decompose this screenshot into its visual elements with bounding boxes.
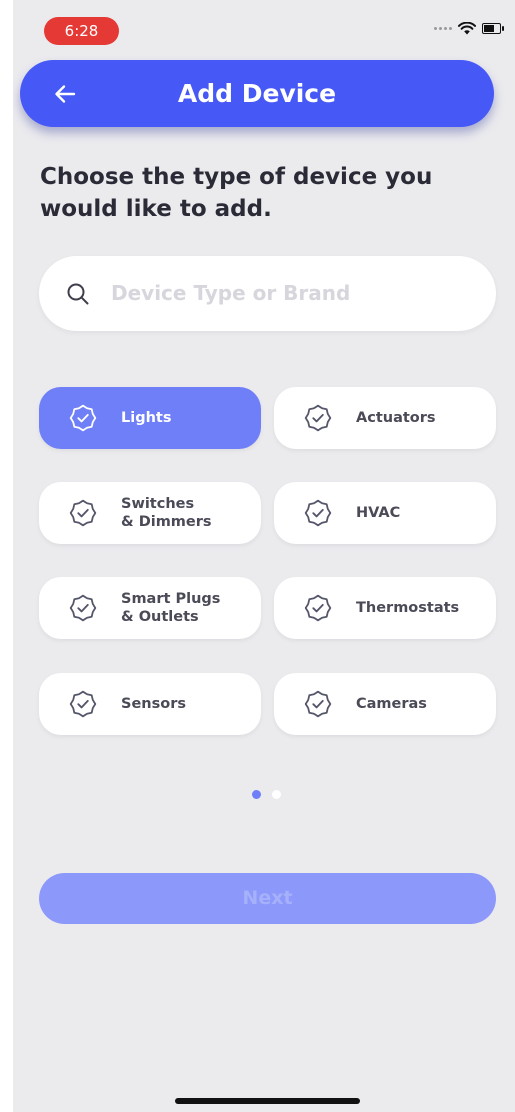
status-icons: [434, 22, 504, 35]
badge-check-icon: [69, 690, 97, 718]
badge-check-icon: [304, 594, 332, 622]
status-bar: 6:28: [13, 0, 515, 50]
device-type-label-text: Thermostats: [356, 600, 460, 616]
device-type-label: Switches & Dimmers: [121, 482, 256, 544]
device-type-label: HVAC: [356, 482, 491, 544]
device-type-tile[interactable]: Thermostats: [274, 577, 496, 639]
search-placeholder: Device Type or Brand: [111, 281, 351, 305]
badge-check-icon: [304, 404, 332, 432]
device-type-label: Actuators: [356, 387, 491, 449]
signal-icon: [434, 27, 452, 30]
battery-icon: [482, 23, 504, 34]
device-type-tile[interactable]: HVAC: [274, 482, 496, 544]
device-type-label: Cameras: [356, 673, 491, 735]
device-type-label-text: Smart Plugs & Outlets: [121, 591, 221, 625]
page-indicator: [252, 790, 281, 799]
device-type-tile[interactable]: Smart Plugs & Outlets: [39, 577, 261, 639]
app-bar: Add Device: [20, 60, 494, 127]
device-type-label-text: HVAC: [356, 505, 401, 521]
badge-check-icon: [69, 404, 97, 432]
page-title: Add Device: [177, 79, 337, 108]
device-type-label-text: Actuators: [356, 410, 436, 426]
home-indicator: [175, 1098, 360, 1104]
page-dot-2[interactable]: [272, 790, 281, 799]
screen: 6:28 Add Device Choose the type of devic…: [13, 0, 515, 1112]
device-type-tile[interactable]: Switches & Dimmers: [39, 482, 261, 544]
device-type-tile[interactable]: Lights: [39, 387, 261, 449]
device-type-label: Smart Plugs & Outlets: [121, 577, 256, 639]
badge-check-icon: [69, 594, 97, 622]
status-time: 6:28: [44, 17, 119, 45]
device-type-label-text: Lights: [121, 410, 172, 426]
device-type-tile[interactable]: Cameras: [274, 673, 496, 735]
search-icon: [67, 283, 89, 305]
page-dot-1[interactable]: [252, 790, 261, 799]
device-type-label: Lights: [121, 387, 256, 449]
device-type-label-text: Cameras: [356, 696, 427, 712]
wifi-icon: [458, 22, 476, 35]
device-type-tile[interactable]: Actuators: [274, 387, 496, 449]
badge-check-icon: [304, 499, 332, 527]
device-type-label-text: Switches & Dimmers: [121, 496, 212, 530]
next-button[interactable]: Next: [39, 873, 496, 924]
device-type-label: Sensors: [121, 673, 256, 735]
badge-check-icon: [304, 690, 332, 718]
device-type-label-text: Sensors: [121, 696, 186, 712]
device-type-label: Thermostats: [356, 577, 491, 639]
device-type-tile[interactable]: Sensors: [39, 673, 261, 735]
instruction-heading: Choose the type of device you would like…: [40, 164, 433, 222]
badge-check-icon: [69, 499, 97, 527]
search-input[interactable]: Device Type or Brand: [39, 256, 496, 331]
